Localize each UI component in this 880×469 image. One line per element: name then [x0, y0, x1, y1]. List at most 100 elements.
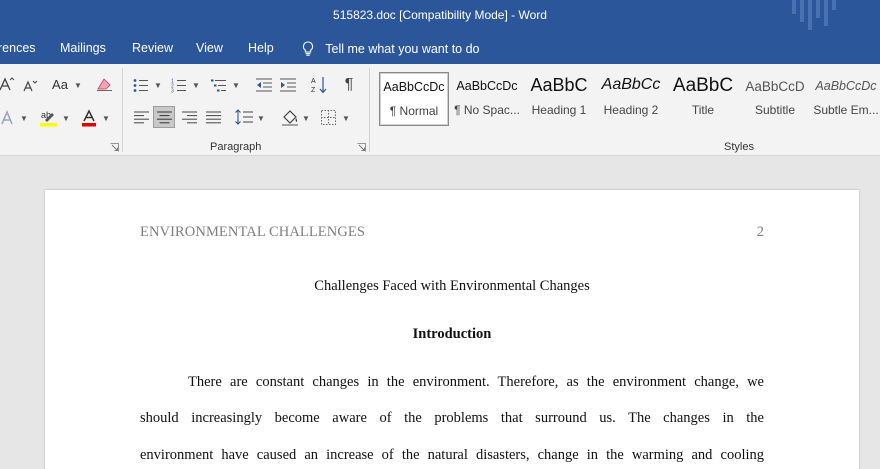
sort-icon: AZ: [311, 77, 326, 94]
style-title[interactable]: AaBbC Title: [668, 72, 738, 126]
style-subtle-emphasis[interactable]: AaBbCcDc Subtle Em...: [812, 72, 880, 126]
ribbon-tabs: rences Mailings Review View Help Tell me…: [0, 32, 880, 64]
style-label: Heading 1: [531, 103, 587, 117]
style-subtitle[interactable]: AaBbCcD Subtitle: [740, 72, 810, 126]
style-label: Subtitle: [754, 103, 796, 117]
window-title: 515823.doc [Compatibility Mode] - Word: [333, 8, 547, 22]
style-heading-2[interactable]: AaBbCc Heading 2: [596, 72, 666, 126]
shading-button[interactable]: [280, 107, 300, 127]
tab-mailings[interactable]: Mailings: [60, 41, 106, 55]
svg-text:3: 3: [171, 88, 174, 93]
body-line: should increasingly become aware of the …: [140, 410, 764, 426]
style-preview: AaBbC: [530, 75, 588, 95]
change-case-dropdown-icon[interactable]: ▼: [74, 81, 82, 90]
highlight-dropdown-icon[interactable]: ▼: [62, 114, 70, 123]
style-normal[interactable]: AaBbCcDc ¶ Normal: [379, 72, 449, 126]
tab-view[interactable]: View: [196, 41, 223, 55]
align-left-icon: [133, 111, 149, 123]
decrease-indent-icon: [256, 78, 272, 92]
styles-group-label: Styles: [724, 141, 754, 153]
tell-me-search[interactable]: Tell me what you want to do: [302, 41, 480, 56]
bullets-dropdown-icon[interactable]: ▼: [154, 81, 162, 90]
bullets-button[interactable]: [132, 76, 150, 94]
style-preview: AaBbCcDc: [456, 79, 518, 93]
style-preview: AaBbCcDc: [383, 80, 445, 94]
tell-me-label: Tell me what you want to do: [325, 42, 480, 56]
shading-dropdown-icon[interactable]: ▼: [302, 114, 310, 123]
change-case-button[interactable]: Aa: [48, 74, 72, 94]
style-preview: AaBbCc: [601, 76, 661, 93]
style-heading-1[interactable]: AaBbC Heading 1: [524, 72, 594, 126]
numbering-icon: 123: [171, 78, 186, 93]
font-color-button[interactable]: [78, 108, 100, 128]
title-bar: 515823.doc [Compatibility Mode] - Word: [0, 0, 880, 32]
svg-text:A: A: [311, 78, 316, 85]
justify-icon: [205, 111, 221, 123]
document-title: Challenges Faced with Environmental Chan…: [314, 278, 590, 294]
line-spacing-button[interactable]: [234, 107, 254, 127]
tab-help[interactable]: Help: [248, 41, 274, 55]
style-label: Title: [691, 103, 715, 117]
style-label: Heading 2: [603, 103, 659, 117]
highlighter-icon: ab: [40, 110, 57, 127]
grow-font-button[interactable]: [0, 74, 16, 94]
body-line: environment have caused an increase of t…: [140, 447, 764, 463]
document-page[interactable]: ENVIRONMENTAL CHALLENGES 2 Challenges Fa…: [45, 190, 859, 469]
paragraph-group-label: Paragraph: [210, 141, 262, 153]
align-left-button[interactable]: [132, 108, 150, 126]
sort-button[interactable]: AZ: [310, 75, 328, 95]
group-separator: [122, 68, 123, 152]
borders-button[interactable]: [318, 107, 338, 127]
ribbon: Aa ▼ ▼ ab ▼ ▼ ▼ 123 ▼ ▼ AZ ¶ ▼ ▼ ▼ Parag…: [0, 64, 880, 156]
section-heading: Introduction: [412, 326, 492, 342]
style-preview: AaBbCcDc: [815, 79, 877, 93]
clear-formatting-icon: [96, 78, 112, 91]
style-label: Subtle Em...: [813, 103, 879, 117]
shrink-font-icon: [22, 80, 37, 91]
show-formatting-marks-button[interactable]: ¶: [340, 75, 358, 95]
increase-indent-icon: [280, 78, 296, 92]
style-label: ¶ No Spac...: [454, 103, 520, 117]
font-dialog-launcher-icon[interactable]: [110, 143, 119, 152]
page-number: 2: [756, 224, 764, 240]
numbering-dropdown-icon[interactable]: ▼: [192, 81, 200, 90]
body-line: There are constant changes in the enviro…: [188, 374, 764, 390]
style-preview: AaBbC: [672, 75, 734, 96]
grow-font-icon: [0, 77, 15, 91]
decrease-indent-button[interactable]: [255, 76, 273, 94]
style-no-spacing[interactable]: AaBbCcDc ¶ No Spac...: [452, 72, 522, 126]
justify-button[interactable]: [204, 108, 222, 126]
group-separator: [369, 68, 370, 152]
paragraph-dialog-launcher-icon[interactable]: [357, 143, 366, 152]
line-spacing-icon: [235, 109, 253, 125]
multilevel-list-icon: [211, 79, 226, 91]
highlight-color-button[interactable]: ab: [38, 108, 60, 128]
title-bar-decoration-icon: [792, 0, 836, 30]
multilevel-dropdown-icon[interactable]: ▼: [232, 81, 240, 90]
lightbulb-icon: [302, 41, 314, 56]
borders-dropdown-icon[interactable]: ▼: [342, 114, 350, 123]
style-label: ¶ Normal: [389, 104, 439, 118]
numbering-button[interactable]: 123: [170, 76, 188, 94]
pilcrow-icon: ¶: [344, 76, 354, 93]
align-right-button[interactable]: [180, 108, 198, 126]
line-spacing-dropdown-icon[interactable]: ▼: [257, 114, 265, 123]
paint-bucket-icon: [282, 109, 298, 126]
increase-indent-button[interactable]: [279, 76, 297, 94]
running-header: ENVIRONMENTAL CHALLENGES: [140, 224, 366, 240]
text-effects-button[interactable]: [0, 108, 18, 128]
clear-formatting-button[interactable]: [94, 74, 114, 94]
style-preview: AaBbCcD: [745, 79, 805, 94]
svg-text:Z: Z: [311, 87, 316, 94]
align-right-icon: [181, 111, 197, 123]
borders-icon: [320, 109, 336, 125]
font-color-dropdown-icon[interactable]: ▼: [102, 114, 110, 123]
tab-references[interactable]: rences: [0, 41, 36, 55]
align-center-button[interactable]: [153, 106, 175, 128]
shrink-font-button[interactable]: [22, 76, 38, 94]
multilevel-list-button[interactable]: [210, 76, 228, 94]
text-effects-dropdown-icon[interactable]: ▼: [20, 114, 28, 123]
tab-review[interactable]: Review: [132, 41, 173, 55]
bullets-icon: [133, 78, 148, 92]
text-effects-icon: [1, 110, 13, 125]
